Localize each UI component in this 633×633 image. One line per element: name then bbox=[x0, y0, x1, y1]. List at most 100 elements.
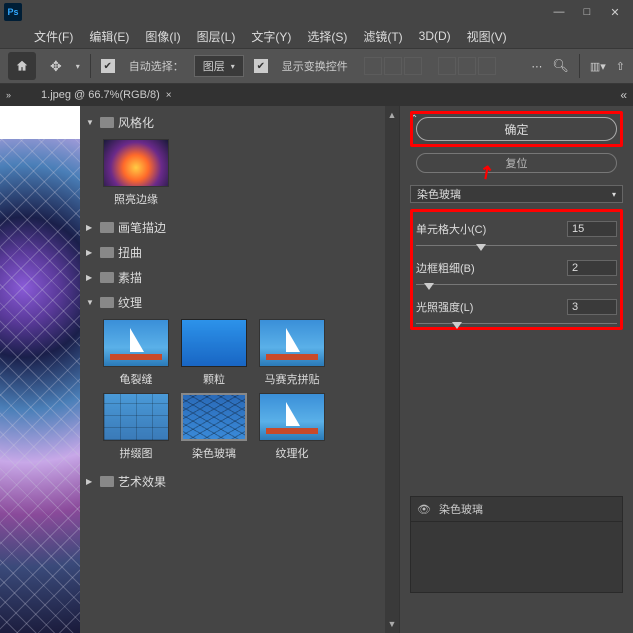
filter-thumb-stained-glass[interactable]: 染色玻璃 bbox=[178, 393, 250, 461]
expand-icon: ▶ bbox=[86, 273, 96, 282]
param-border-input[interactable] bbox=[567, 260, 617, 276]
category-sketch[interactable]: ▶ 素描 bbox=[86, 265, 379, 290]
filter-select-value: 染色玻璃 bbox=[417, 186, 461, 202]
expand-icon: ▶ bbox=[86, 248, 96, 257]
transform-checkbox[interactable]: ✔ bbox=[254, 59, 268, 73]
align-icon[interactable] bbox=[458, 57, 476, 75]
divider bbox=[579, 54, 580, 78]
options-bar: ✥ ▾ ✔ 自动选择： 图层 ▾ ✔ 显示变换控件 ⋯ 🔍︎ ▥▾ ⇧ bbox=[0, 48, 633, 84]
overflow-icon[interactable]: ⋯ bbox=[531, 60, 542, 73]
select-value: 图层 bbox=[203, 58, 225, 74]
category-brush-strokes[interactable]: ▶ 画笔描边 bbox=[86, 215, 379, 240]
chevron-down-icon: ▾ bbox=[231, 62, 235, 71]
photoshop-icon: Ps bbox=[4, 3, 22, 21]
annotation-highlight: 确定 bbox=[410, 111, 623, 147]
menu-filter[interactable]: 滤镜(T) bbox=[359, 26, 406, 47]
category-stylize[interactable]: ▼ 风格化 bbox=[86, 110, 379, 135]
close-button[interactable]: ✕ bbox=[601, 3, 629, 21]
folder-icon bbox=[100, 222, 114, 233]
param-light-input[interactable] bbox=[567, 299, 617, 315]
annotation-arrow: ↗ bbox=[474, 160, 498, 186]
autoselect-checkbox[interactable]: ✔ bbox=[101, 59, 115, 73]
align-icon[interactable] bbox=[384, 57, 402, 75]
scroll-up-icon[interactable]: ▲ bbox=[388, 110, 397, 120]
layer-name[interactable]: 染色玻璃 bbox=[439, 501, 483, 517]
title-bar: Ps — □ ✕ bbox=[0, 0, 633, 24]
document-tab[interactable]: 1.jpeg @ 66.7%(RGB/8) bbox=[41, 89, 160, 101]
panel-chevron-icon[interactable]: » bbox=[6, 90, 11, 100]
filter-thumb-glowing-edges[interactable]: 照亮边缘 bbox=[100, 139, 172, 207]
scroll-down-icon[interactable]: ▼ bbox=[388, 619, 397, 629]
home-button[interactable] bbox=[8, 52, 36, 80]
dropdown-caret-icon[interactable]: ▾ bbox=[76, 62, 80, 71]
filter-thumb-texturizer[interactable]: 纹理化 bbox=[256, 393, 328, 461]
filter-thumb-craquelure[interactable]: 龟裂缝 bbox=[100, 319, 172, 387]
arrange-icon[interactable]: ▥▾ bbox=[590, 60, 606, 73]
category-label: 扭曲 bbox=[118, 244, 142, 261]
align-icon[interactable] bbox=[364, 57, 382, 75]
search-icon[interactable]: 🔍︎ bbox=[552, 58, 569, 74]
category-label: 风格化 bbox=[118, 114, 154, 131]
align-icon[interactable] bbox=[478, 57, 496, 75]
param-cell-label: 单元格大小(C) bbox=[416, 221, 486, 237]
divider bbox=[90, 54, 91, 78]
category-distort[interactable]: ▶ 扭曲 bbox=[86, 240, 379, 265]
minimize-button[interactable]: — bbox=[545, 3, 573, 21]
folder-icon bbox=[100, 272, 114, 283]
menu-view[interactable]: 视图(V) bbox=[463, 26, 511, 47]
align-icon[interactable] bbox=[438, 57, 456, 75]
category-label: 纹理 bbox=[118, 294, 142, 311]
panel-chevron-icon[interactable]: « bbox=[620, 88, 627, 102]
share-icon[interactable]: ⇧ bbox=[616, 60, 625, 73]
filter-thumb-patchwork[interactable]: 拼缀图 bbox=[100, 393, 172, 461]
category-label: 艺术效果 bbox=[118, 473, 166, 490]
category-label: 画笔描边 bbox=[118, 219, 166, 236]
image-preview bbox=[0, 139, 80, 633]
annotation-highlight: 单元格大小(C) 边框粗细(B) bbox=[410, 209, 623, 330]
folder-icon bbox=[100, 297, 114, 308]
param-cell-input[interactable] bbox=[567, 221, 617, 237]
menu-3d[interactable]: 3D(D) bbox=[415, 27, 455, 45]
menu-type[interactable]: 文字(Y) bbox=[247, 26, 295, 47]
align-icon[interactable] bbox=[404, 57, 422, 75]
collapse-icon: ▼ bbox=[86, 118, 96, 127]
menu-edit[interactable]: 编辑(E) bbox=[85, 26, 133, 47]
move-tool-icon[interactable]: ✥ bbox=[46, 58, 66, 75]
menu-image[interactable]: 图像(I) bbox=[141, 26, 184, 47]
folder-icon bbox=[100, 247, 114, 258]
filter-thumb-grain[interactable]: 颗粒 bbox=[178, 319, 250, 387]
folder-icon bbox=[100, 476, 114, 487]
document-tabs: » 1.jpeg @ 66.7%(RGB/8) × « bbox=[0, 84, 633, 106]
param-light-label: 光照强度(L) bbox=[416, 299, 473, 315]
param-cell-slider[interactable] bbox=[416, 245, 617, 246]
thumb-label: 照亮边缘 bbox=[114, 191, 158, 207]
scrollbar[interactable]: ▲ ▼ bbox=[385, 106, 399, 633]
effect-layers-panel: 👁 染色玻璃 bbox=[410, 496, 623, 593]
expand-icon: ▶ bbox=[86, 223, 96, 232]
reset-button[interactable]: 复位 ↗ bbox=[416, 153, 617, 173]
filter-thumb-mosaic-tiles[interactable]: 马赛克拼贴 bbox=[256, 319, 328, 387]
canvas-preview bbox=[0, 106, 80, 633]
transform-label: 显示变换控件 bbox=[282, 58, 348, 74]
chevron-down-icon: ▾ bbox=[612, 190, 616, 199]
category-artistic[interactable]: ▶ 艺术效果 bbox=[86, 469, 379, 494]
maximize-button[interactable]: □ bbox=[573, 3, 601, 21]
filter-gallery: ▼ 风格化 照亮边缘 ▶ 画笔描边 ▶ bbox=[80, 106, 633, 633]
category-texture[interactable]: ▼ 纹理 bbox=[86, 290, 379, 315]
menu-layer[interactable]: 图层(L) bbox=[193, 26, 240, 47]
param-border-slider[interactable] bbox=[416, 284, 617, 285]
close-tab-icon[interactable]: × bbox=[166, 90, 172, 101]
visibility-icon[interactable]: 👁 bbox=[417, 503, 431, 516]
menu-file[interactable]: 文件(F) bbox=[30, 26, 77, 47]
autoselect-target-select[interactable]: 图层 ▾ bbox=[194, 55, 244, 77]
folder-icon bbox=[100, 117, 114, 128]
ok-button[interactable]: 确定 bbox=[416, 117, 617, 141]
param-light-slider[interactable] bbox=[416, 323, 617, 324]
menu-select[interactable]: 选择(S) bbox=[303, 26, 351, 47]
autoselect-label: 自动选择： bbox=[129, 58, 184, 74]
filter-select[interactable]: 染色玻璃 ▾ bbox=[410, 185, 623, 203]
expand-icon: ▶ bbox=[86, 477, 96, 486]
menu-bar: 文件(F) 编辑(E) 图像(I) 图层(L) 文字(Y) 选择(S) 滤镜(T… bbox=[0, 24, 633, 48]
collapse-icon: ▼ bbox=[86, 298, 96, 307]
category-label: 素描 bbox=[118, 269, 142, 286]
